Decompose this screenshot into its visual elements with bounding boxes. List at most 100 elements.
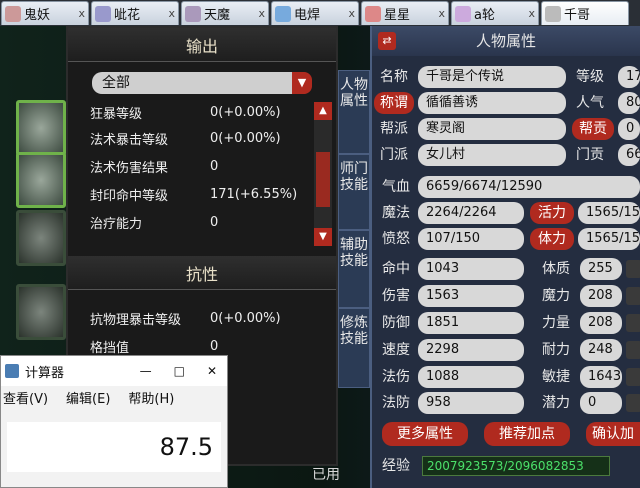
tab-attributes[interactable]: 人物属性 [338,70,370,154]
stat-value: 0 [210,158,219,174]
scroll-up-icon[interactable]: ▲ [314,102,332,120]
stat-label: 法术伤害结果 [90,160,169,176]
swap-icon[interactable]: ⇄ [378,32,396,50]
tab-label: 电焊 [294,8,321,23]
calculator-window[interactable]: 计算器 — □ ✕ 查看(V) 编辑(E) 帮助(H) 87.5 [0,355,228,488]
tab-1[interactable]: 呲花 x [91,1,179,25]
attr-label: 力量 [542,315,570,331]
name-value: 千哥是个传说 [418,66,566,88]
stat-label: 封印命中等级 [90,188,169,204]
add-point-button[interactable] [626,368,640,386]
stat-value: 0(+0.00%) [210,104,281,120]
filter-select[interactable]: 全部 ▼ [92,72,312,94]
calculator-icon [5,364,19,378]
title-value: 循循善诱 [418,92,566,114]
tab-cultivation-skills[interactable]: 修炼技能 [338,308,370,388]
add-point-button[interactable] [626,314,640,332]
name-label: 名称 [380,69,408,85]
stat-label: 狂暴等级 [90,106,143,122]
tab-label: 天魔 [204,8,231,23]
calculator-menu: 查看(V) 编辑(E) 帮助(H) [1,386,227,408]
vitality-value: 1565/15 [578,202,640,224]
menu-edit[interactable]: 编辑(E) [66,388,110,407]
level-label: 等级 [576,69,604,85]
tab-label: 星星 [384,8,411,23]
attr-value: 1643 [580,366,622,388]
close-icon[interactable]: x [528,7,535,20]
rage-label: 愤怒 [382,231,410,247]
skill-icon[interactable] [16,152,66,208]
close-icon[interactable]: ✕ [207,364,217,378]
recommend-points-button[interactable]: 推荐加点 [484,422,570,446]
calculator-display: 87.5 [7,422,221,472]
gang-contrib-button[interactable]: 帮贡 [572,118,614,140]
stat-label: 治疗能力 [90,216,143,232]
minimize-icon[interactable]: — [140,364,152,378]
stat-row: 封印命中等级 171(+6.55%) [90,182,305,206]
tab-2[interactable]: 天魔 x [181,1,269,25]
tab-school-skills[interactable]: 师门技能 [338,154,370,230]
tab-3[interactable]: 电焊 x [271,1,359,25]
close-icon[interactable]: x [438,7,445,20]
menu-view[interactable]: 查看(V) [3,388,48,407]
panel-title: 输出 [68,28,336,62]
attr-label: 耐力 [542,342,570,358]
add-point-button[interactable] [626,394,640,412]
calculator-title: 计算器 [25,365,65,381]
combat-label: 法伤 [382,369,410,385]
title-button[interactable]: 称谓 [374,92,414,114]
close-icon[interactable]: x [168,7,175,20]
school-contrib-label: 门贡 [576,147,604,163]
stat-label: 格挡值 [90,340,130,356]
game-avatar-icon [455,5,471,22]
combat-value: 1851 [418,312,524,334]
calculator-titlebar[interactable]: 计算器 — □ ✕ [1,356,227,386]
combat-value: 958 [418,392,524,414]
close-icon[interactable]: x [78,7,85,20]
tab-4[interactable]: 星星 x [361,1,449,25]
level-value: 17 [618,66,640,88]
attr-label: 敏捷 [542,369,570,385]
window-tab-bar: 鬼妖 x 呲花 x 天魔 x 电焊 x 星星 x a轮 x 千哥 [0,0,640,26]
stat-row: 狂暴等级 0(+0.00%) [90,100,305,124]
attr-value: 248 [580,339,622,361]
scroll-thumb[interactable] [316,152,330,207]
combat-value: 2298 [418,339,524,361]
tab-5[interactable]: a轮 x [451,1,539,25]
add-point-button[interactable] [626,260,640,278]
mp-value: 2264/2264 [418,202,524,224]
filter-value: 全部 [102,75,130,91]
more-attributes-button[interactable]: 更多属性 [382,422,468,446]
stat-row: 治疗能力 0 [90,210,305,234]
scrollbar[interactable]: ▲ ▼ [314,102,332,246]
dropdown-arrow-icon[interactable]: ▼ [292,72,312,94]
add-point-button[interactable] [626,341,640,359]
close-icon[interactable]: x [348,7,355,20]
exp-label: 经验 [382,458,410,474]
tab-assist-skills[interactable]: 辅助技能 [338,230,370,308]
stat-row: 法术伤害结果 0 [90,154,305,178]
scroll-down-icon[interactable]: ▼ [314,228,332,246]
tab-0[interactable]: 鬼妖 x [1,1,89,25]
tab-6[interactable]: 千哥 [541,1,629,25]
menu-help[interactable]: 帮助(H) [128,388,174,407]
school-contrib-value: 66 [618,144,640,166]
tab-label: a轮 [474,8,495,23]
mp-label: 魔法 [382,205,410,221]
skill-icon[interactable] [16,100,66,156]
hp-label: 气血 [382,179,410,195]
school-label: 门派 [380,147,408,163]
stamina-button[interactable]: 体力 [530,228,574,250]
vitality-button[interactable]: 活力 [530,202,574,224]
attr-label: 魔力 [542,288,570,304]
skill-icon[interactable] [16,210,66,266]
game-avatar-icon [545,5,561,22]
maximize-icon[interactable]: □ [174,364,185,378]
stat-value: 0 [210,338,219,354]
close-icon[interactable]: x [258,7,265,20]
attribute-title: 人物属性 [475,32,536,50]
add-point-button[interactable] [626,287,640,305]
skill-icon[interactable] [16,284,66,340]
confirm-points-button[interactable]: 确认加 [586,422,640,446]
attribute-panel-header: ⇄ 人物属性 [372,26,640,56]
